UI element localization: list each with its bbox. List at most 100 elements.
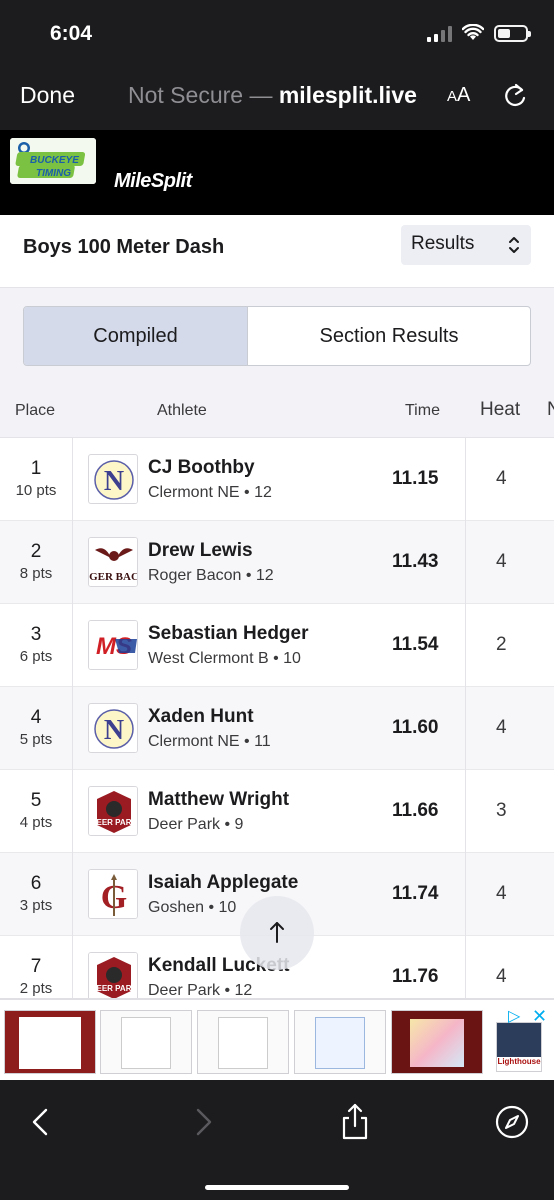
points: 8 pts [19,565,53,582]
heat-number: 4 [496,551,507,572]
table-header: Place Athlete Time Heat N [0,384,554,438]
team-logo-deer-park: DEER PARK [88,952,138,998]
result-time: 11.15 [392,468,439,489]
points: 5 pts [19,731,53,748]
back-icon[interactable] [22,1102,62,1142]
ad-banner[interactable]: Lighthouse ▷ ✕ [0,998,554,1080]
athlete-team-grade: Clermont NE • 11 [148,733,271,750]
site-header: BUCKEYE TIMING MileSplit [0,130,554,215]
place-number: 5 [30,790,42,811]
points: 3 pts [19,897,53,914]
ad-lighthouse-logo[interactable]: Lighthouse [496,1022,542,1072]
reload-icon[interactable] [502,80,528,110]
column-header-next[interactable]: N [547,399,554,421]
athlete-team-grade: Deer Park • 12 [148,982,253,998]
ad-thumbnail[interactable] [294,1010,386,1074]
place-number: 7 [30,956,42,977]
compass-icon[interactable] [492,1102,532,1142]
column-header-heat[interactable]: Heat [480,399,520,421]
table-row[interactable]: 4 5 pts N Xaden Hunt Clermont NE • 11 11.… [0,687,554,770]
points: 6 pts [19,648,53,665]
home-indicator[interactable] [205,1185,349,1190]
heat-number: 4 [496,717,507,738]
place-cell: 2 8 pts [0,521,73,604]
scroll-to-top-button[interactable] [240,896,314,970]
column-header-place[interactable]: Place [15,402,55,420]
aa-large-label: A [457,84,471,106]
place-number: 6 [30,873,42,894]
results-view-select-value: Results [411,233,475,254]
results-view-select[interactable]: Results [401,225,531,265]
url-security-label: Not Secure — [128,82,279,108]
address-bar[interactable]: Not Secure — milesplit.live [128,82,417,109]
result-time: 11.54 [392,634,439,655]
done-button[interactable]: Done [20,82,75,109]
athlete-name[interactable]: CJ Boothby [148,457,255,479]
table-row[interactable]: 1 10 pts N CJ Boothby Clermont NE • 12 11… [0,438,554,521]
logo-text: DEER PARK [91,984,138,993]
place-cell: 5 4 pts [0,770,73,853]
heat-cell: 3 [465,770,554,853]
results-tabs: Compiled Section Results [23,306,531,366]
team-logo-milesplit: MS [88,620,138,670]
heat-cell: 2 [465,604,554,687]
heat-cell: 4 [465,853,554,936]
milesplit-logo[interactable]: MileSplit [114,170,192,193]
ad-thumbnail[interactable] [391,1010,483,1074]
table-row[interactable]: 5 4 pts DEER PARK Matthew Wright Deer Par… [0,770,554,853]
arrow-up-icon [270,922,284,943]
ad-thumbnail[interactable] [100,1010,192,1074]
place-cell: 4 5 pts [0,687,73,770]
athlete-name[interactable]: Drew Lewis [148,540,253,562]
result-time: 11.43 [392,551,439,572]
ad-close-icon[interactable]: ✕ [532,1006,547,1027]
forward-icon[interactable] [182,1102,222,1142]
table-row[interactable]: 2 8 pts OGER BACO Drew Lewis Roger Bacon … [0,521,554,604]
buckeye-timing-logo[interactable]: BUCKEYE TIMING [10,138,96,184]
logo-letter: N [104,466,124,497]
athlete-name[interactable]: Sebastian Hedger [148,623,309,645]
tab-compiled[interactable]: Compiled [24,307,248,365]
result-time: 11.74 [392,883,439,904]
place-cell: 6 3 pts [0,853,73,936]
reader-text-size-button[interactable]: AA [447,84,470,107]
battery-icon [494,24,531,42]
status-time: 6:04 [50,22,93,45]
ad-thumbnail[interactable] [4,1010,96,1074]
athlete-team-grade: Clermont NE • 12 [148,484,272,501]
team-logo-clermont-ne: N [88,454,138,504]
athlete-name[interactable]: Matthew Wright [148,789,289,811]
place-number: 4 [30,707,42,728]
place-number: 1 [30,458,42,479]
heat-number: 3 [496,800,507,821]
ad-thumbnail[interactable] [197,1010,289,1074]
chevron-up-down-icon [509,237,519,253]
team-logo-deer-park: DEER PARK [88,786,138,836]
place-number: 2 [30,541,42,562]
tab-section-results[interactable]: Section Results [248,307,530,365]
result-time: 11.66 [392,800,439,821]
column-header-time[interactable]: Time [405,402,440,420]
athlete-name[interactable]: Isaiah Applegate [148,872,298,894]
logo-text: DEER PARK [91,818,138,827]
status-icons [427,24,531,42]
heat-cell: 4 [465,438,554,521]
ad-choices-icon[interactable]: ▷ [508,1006,520,1026]
table-row[interactable]: 3 6 pts MS Sebastian Hedger West Clermont… [0,604,554,687]
column-header-athlete[interactable]: Athlete [157,402,207,420]
browser-toolbar [0,1080,554,1200]
athlete-name[interactable]: Xaden Hunt [148,706,254,728]
team-logo-clermont-ne: N [88,703,138,753]
place-cell: 7 2 pts [0,936,73,998]
results-tabs-area: Compiled Section Results [0,288,554,384]
athlete-team-grade: Roger Bacon • 12 [148,567,274,584]
event-header: Boys 100 Meter Dash Results [0,215,554,288]
heat-cell: 4 [465,521,554,604]
share-icon[interactable] [335,1102,375,1142]
heat-number: 2 [496,634,507,655]
athlete-team-grade: Goshen • 10 [148,899,237,916]
aa-small-label: A [447,88,458,105]
result-time: 11.76 [392,966,439,987]
ad-brand: Lighthouse [497,1057,541,1071]
heat-number: 4 [496,883,507,904]
